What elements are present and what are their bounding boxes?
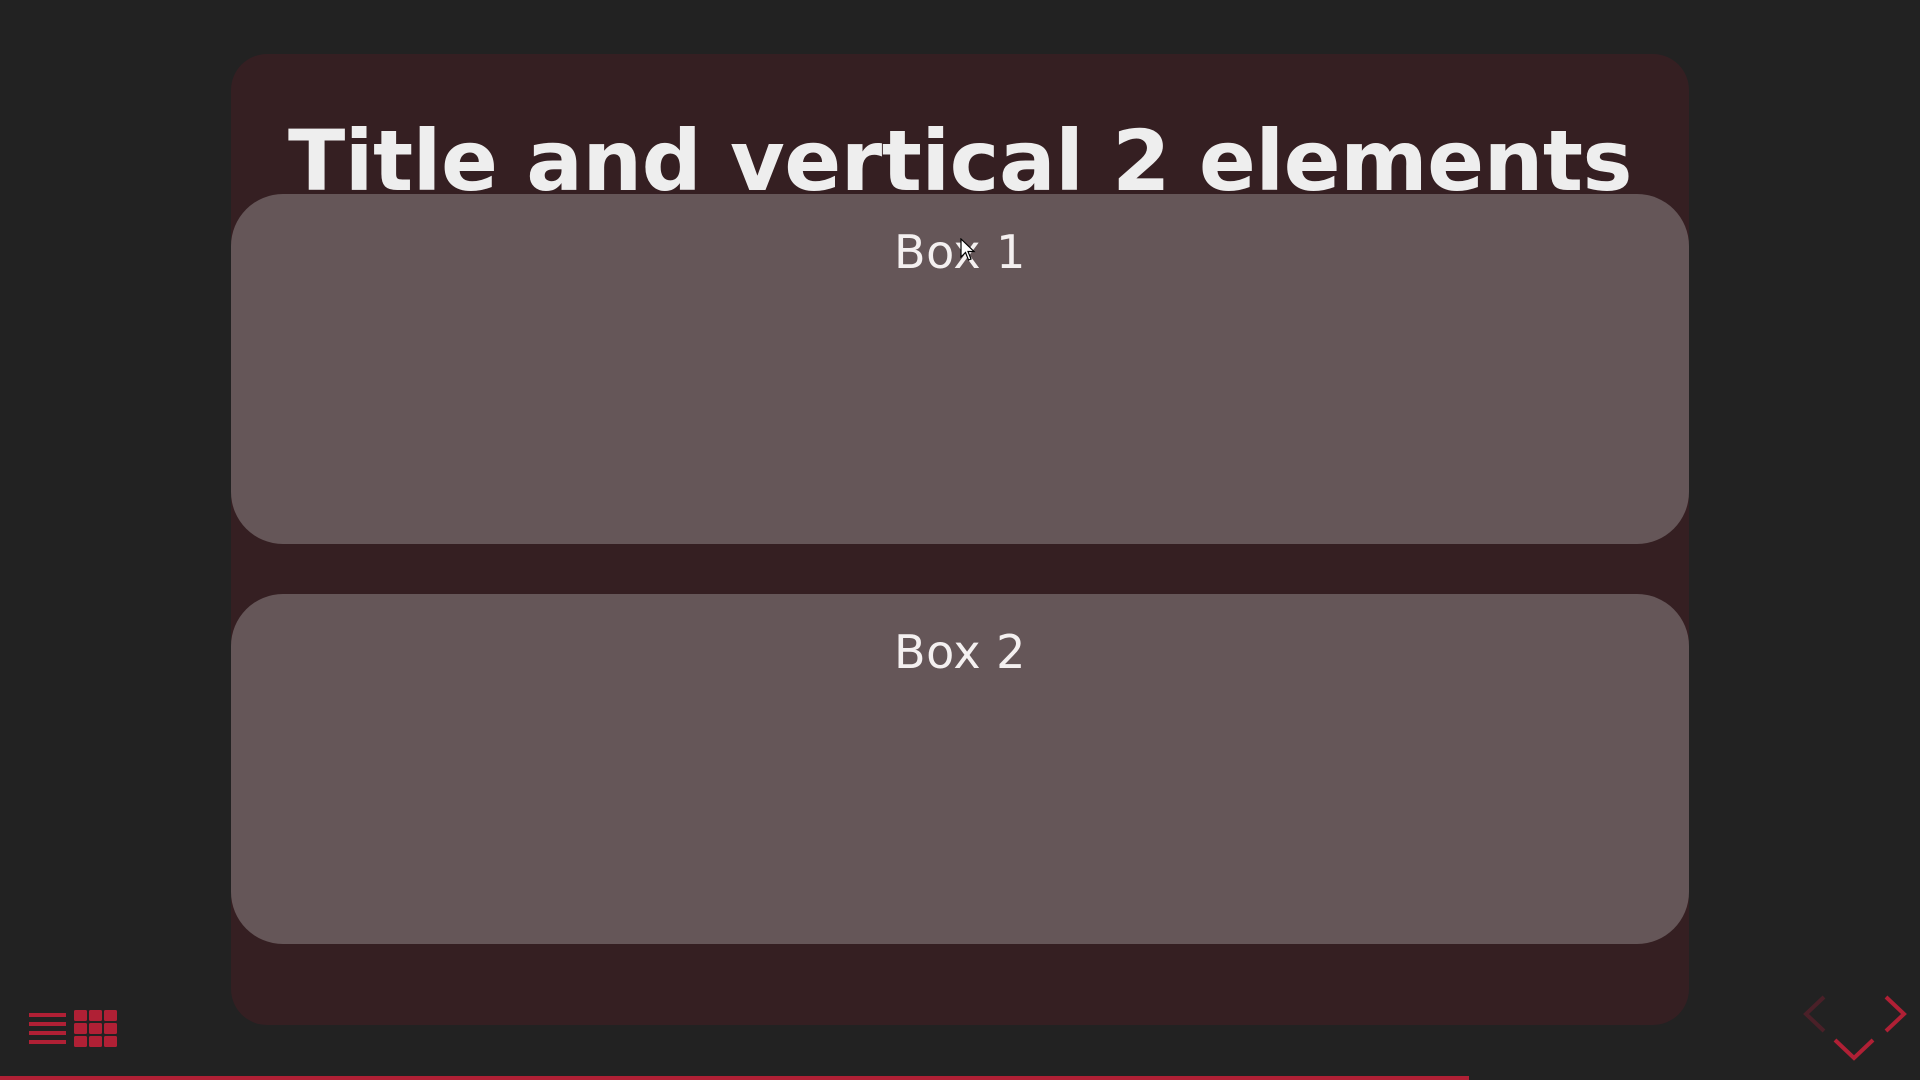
chevron-down-icon[interactable] xyxy=(1832,1036,1876,1062)
mouse-cursor-icon xyxy=(960,237,976,262)
progress-bar xyxy=(0,1076,1920,1080)
progress-bar-fill xyxy=(0,1076,1469,1080)
chevron-left-icon[interactable] xyxy=(1800,994,1830,1034)
content-box-2: Box 2 xyxy=(231,594,1689,944)
grid-overview-icon[interactable] xyxy=(74,1010,117,1048)
hamburger-menu-icon[interactable] xyxy=(29,1012,66,1046)
slide: Title and vertical 2 elements Box 1 Box … xyxy=(231,54,1689,1025)
presentation-viewport: Title and vertical 2 elements Box 1 Box … xyxy=(0,0,1920,1080)
box-label: Box 2 xyxy=(894,625,1026,679)
chevron-right-icon[interactable] xyxy=(1880,994,1910,1034)
